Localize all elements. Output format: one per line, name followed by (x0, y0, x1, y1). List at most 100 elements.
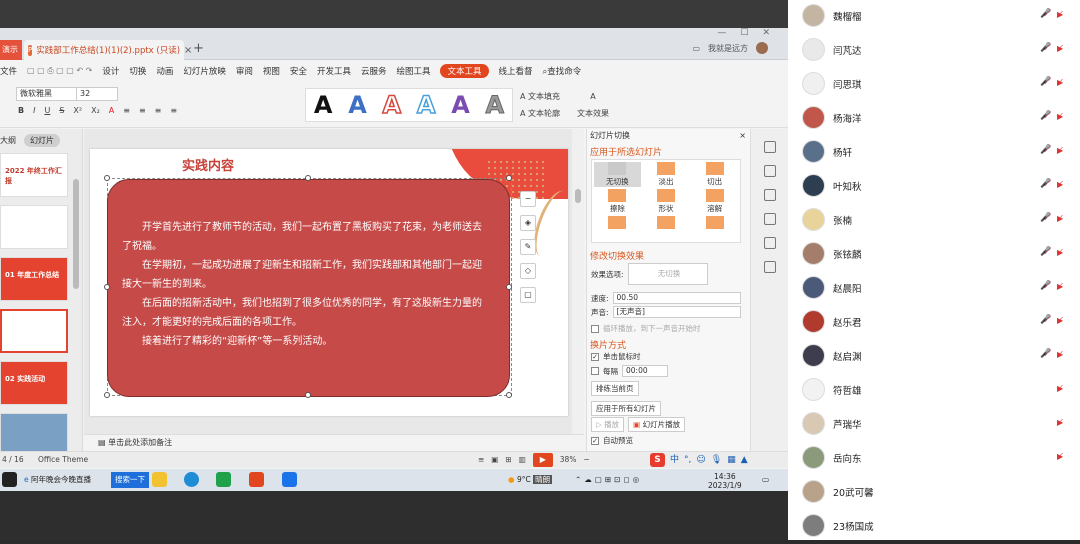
font-size-select[interactable]: 32 (76, 87, 118, 101)
transition-fade[interactable]: 淡出 (643, 162, 690, 187)
interval-input[interactable]: 00:00 (622, 365, 668, 377)
menu-transition[interactable]: 切换 (129, 65, 146, 77)
mic-muted-icon[interactable]: 🎤̸ (1040, 110, 1051, 122)
camera-off-icon[interactable]: ▶̸ (1057, 179, 1063, 191)
ime-mic-icon[interactable]: 🎙 (711, 452, 722, 468)
attendee-row[interactable]: 张铱麟 🎤̸ ▶̸ (788, 238, 1080, 272)
fill-icon[interactable]: ◇ (520, 263, 536, 279)
weather[interactable]: ● 9°C 晴朗 (508, 472, 553, 488)
document-tab[interactable]: P 实践部工作总结(1)(1)(2).pptx (只读) × (24, 40, 192, 60)
mic-muted-icon[interactable]: 🎤̸ (1040, 280, 1051, 292)
attendee-row[interactable]: 赵晨阳 🎤̸ ▶̸ (788, 272, 1080, 306)
font-color-icon[interactable]: A (109, 106, 114, 115)
rehearse-button[interactable]: 排练当前页 (591, 381, 639, 396)
mic-muted-icon[interactable]: 🎤̸ (1040, 348, 1051, 360)
camera-off-icon[interactable]: ▶̸ (1057, 349, 1063, 361)
resize-handle[interactable] (506, 175, 512, 181)
attendee-row[interactable]: 叶知秋 🎤̸ ▶̸ (788, 170, 1080, 204)
quick-toolbar-icons[interactable]: ▢ ▢ ⎙ ▢ ▢ ↶ ↷ (27, 66, 92, 76)
tab-slides[interactable]: 幻灯片 (24, 133, 60, 147)
style-purple[interactable]: A (451, 91, 470, 119)
meeting-icon[interactable] (282, 472, 297, 487)
tray-icons[interactable]: ⌃☁▢⊞⊡◻◎ (575, 472, 642, 488)
speed-input[interactable]: 00.50 (612, 292, 741, 304)
sidebar-icon[interactable] (763, 261, 776, 273)
attendee-row[interactable]: 符哲雄 ▶̸ (788, 374, 1080, 408)
apply-all-button[interactable]: 应用于所有幻灯片 (591, 401, 661, 416)
auto-preview-checkbox[interactable]: ✓ (591, 436, 599, 445)
play-button[interactable]: ▷ 播放 (591, 417, 625, 432)
slideshow-button[interactable]: ▣ 幻灯片播放 (628, 417, 686, 432)
camera-off-icon[interactable]: ▶̸ (1057, 213, 1063, 225)
resize-handle[interactable] (506, 392, 512, 398)
mic-muted-icon[interactable]: 🎤̸ (1040, 314, 1051, 326)
sound-select[interactable]: [无声音] (612, 306, 741, 318)
menu-drawing-tools[interactable]: 绘图工具 (396, 65, 430, 77)
taskbar-browser[interactable]: e 阿年晚会今晚直播 (24, 472, 91, 488)
text-fill-button[interactable]: A 文本填充 (520, 88, 560, 105)
style-gray[interactable]: A (485, 91, 505, 120)
menu-slideshow[interactable]: 幻灯片放映 (183, 65, 226, 77)
menu-security[interactable]: 安全 (290, 65, 307, 77)
menu-review[interactable]: 审阅 (236, 65, 253, 77)
mic-muted-icon[interactable]: 🎤̸ (1040, 144, 1051, 156)
tab-outline[interactable]: 大纲 (0, 135, 16, 146)
user-box[interactable]: ▭ 我就是远方 (692, 42, 768, 54)
transition-more[interactable] (594, 216, 641, 241)
attendee-row[interactable]: 23杨国成 (788, 510, 1080, 544)
folder-icon[interactable] (152, 472, 167, 487)
transition-more[interactable] (691, 216, 738, 241)
notes-area[interactable]: ▤ 单击此处添加备注 (84, 434, 584, 450)
zoom-out-icon[interactable]: − (583, 452, 589, 468)
menu-design[interactable]: 设计 (102, 65, 119, 77)
mic-muted-icon[interactable]: 🎤̸ (1040, 42, 1051, 54)
style-blue[interactable]: A (348, 91, 367, 119)
text-effect-icon[interactable]: A (577, 88, 609, 105)
minus-icon[interactable]: − (520, 191, 536, 207)
slide-thumb-4[interactable] (0, 309, 68, 353)
superscript-icon[interactable]: X² (73, 106, 82, 115)
content-textbox[interactable]: 开学首先进行了教师节的活动，我们一起布置了黑板购买了花束，为老师送去了祝福。 在… (107, 179, 510, 397)
close-tab-icon[interactable]: × (184, 45, 192, 56)
camera-off-icon[interactable]: ▶̸ (1057, 9, 1063, 21)
attendee-row[interactable]: 杨轩 🎤̸ ▶̸ (788, 136, 1080, 170)
style-blue-outline[interactable]: A (416, 90, 436, 120)
camera-off-icon[interactable]: ▶̸ (1057, 247, 1063, 259)
transition-dissolve[interactable]: 溶解 (691, 189, 738, 214)
camera-off-icon[interactable]: ▶̸ (1057, 77, 1063, 89)
camera-off-icon[interactable]: ▶̸ (1057, 145, 1063, 157)
attendee-row[interactable]: 芦瑞华 ▶̸ (788, 408, 1080, 442)
slide[interactable]: 实践内容 开学首先进行了教师节的活动，我们一起布置了黑板购买了花束，为老师送去了… (90, 149, 568, 416)
resize-handle[interactable] (104, 284, 110, 290)
sidebar-icon[interactable] (763, 165, 776, 177)
ime-chinese-icon[interactable]: 中 (670, 452, 679, 468)
align-right-icon[interactable]: ≡ (155, 106, 162, 115)
justify-icon[interactable]: ≡ (170, 106, 177, 115)
attendee-row[interactable]: 杨海洋 🎤̸ ▶̸ (788, 102, 1080, 136)
mic-muted-icon[interactable]: 🎤̸ (1040, 8, 1051, 20)
wps-ppt-icon[interactable] (249, 472, 264, 487)
reading-view-icon[interactable]: ▥ (519, 452, 526, 468)
sidebar-icon[interactable] (763, 189, 776, 201)
canvas-scrollbar[interactable] (572, 129, 584, 434)
panel-close-icon[interactable]: × (739, 129, 746, 143)
ime-punct-icon[interactable]: °, (684, 452, 691, 468)
notes-toggle-icon[interactable]: ≡ (478, 452, 484, 468)
sogou-logo-icon[interactable]: S (650, 453, 665, 467)
ime-keyboard-icon[interactable]: ▦ (727, 452, 736, 468)
menu-animation[interactable]: 动画 (156, 65, 173, 77)
attendee-row[interactable]: 岳向东 ▶̸ (788, 442, 1080, 476)
play-slideshow-button[interactable]: ▶ (532, 453, 553, 467)
underline-icon[interactable]: U (44, 106, 50, 115)
menu-developer[interactable]: 开发工具 (317, 65, 351, 77)
thumb-scrollbar[interactable] (73, 179, 79, 289)
text-outline-button[interactable]: A 文本轮廓 (520, 105, 560, 122)
click-checkbox[interactable]: ✓ (591, 352, 599, 361)
effect-select[interactable]: 无切换 (627, 263, 708, 285)
zoom-level[interactable]: 38% (560, 452, 577, 468)
bold-icon[interactable]: B (18, 106, 24, 115)
attendee-row[interactable]: 赵乐君 🎤̸ ▶̸ (788, 306, 1080, 340)
camera-off-icon[interactable]: ▶̸ (1057, 281, 1063, 293)
resize-handle[interactable] (104, 392, 110, 398)
transition-cut[interactable]: 切出 (691, 162, 738, 187)
